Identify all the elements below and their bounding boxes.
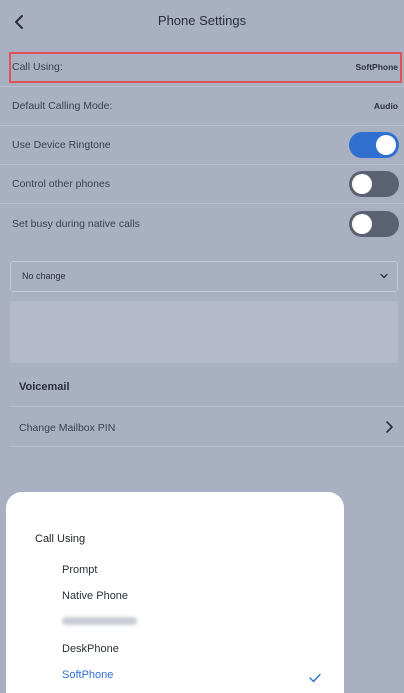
use-device-ringtone-toggle[interactable] [349,132,399,158]
option-deskphone[interactable]: DeskPhone [62,643,119,655]
use-device-ringtone-label: Use Device Ringtone [12,139,111,151]
control-other-phones-toggle[interactable] [349,171,399,197]
default-calling-mode-value: Audio [373,101,398,111]
empty-panel [10,301,398,363]
control-other-phones-label: Control other phones [12,178,111,190]
voicemail-section-title: Voicemail [19,381,70,393]
option-prompt[interactable]: Prompt [62,564,97,576]
divider [10,406,404,407]
toggle-knob [352,213,372,234]
change-mailbox-pin-row[interactable]: Change Mailbox PIN [0,410,404,446]
chevron-down-icon [380,273,388,279]
call-using-highlight [9,52,402,83]
chevron-right-icon [386,421,393,433]
default-calling-mode-row[interactable]: Default Calling Mode: Audio [0,87,404,126]
divider [10,446,404,447]
toggle-knob [352,174,372,194]
busy-mode-value: No change [22,271,66,281]
set-busy-label: Set busy during native calls [12,217,140,230]
page-title: Phone Settings [157,13,247,28]
control-other-phones-row: Control other phones [0,165,404,204]
header: Phone Settings [0,0,404,44]
set-busy-row: Set busy during native calls [0,204,404,243]
change-mailbox-pin-label: Change Mailbox PIN [19,422,116,434]
toggle-knob [376,135,396,155]
busy-mode-select[interactable]: No change [10,261,398,292]
call-using-sheet: Call Using Prompt Native Phone DeskPhone… [6,492,344,693]
use-device-ringtone-row: Use Device Ringtone [0,126,404,165]
default-calling-mode-label: Default Calling Mode: [12,100,113,112]
option-blurred-number[interactable] [62,617,137,625]
option-native-phone[interactable]: Native Phone [62,590,128,602]
sheet-title: Call Using [35,533,86,545]
option-softphone[interactable]: SoftPhone [62,669,113,681]
set-busy-toggle[interactable] [349,210,399,237]
checkmark-icon [309,673,321,683]
